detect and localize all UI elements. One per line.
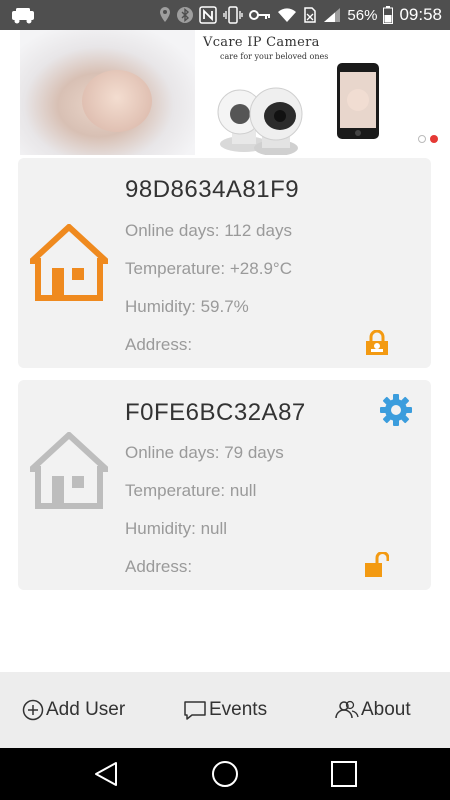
signal-icon <box>323 7 341 23</box>
about-button[interactable]: About <box>335 672 411 748</box>
temperature: Temperature: +28.9°C <box>125 259 292 278</box>
battery-percent: 56% <box>347 6 378 24</box>
banner-subtitle: care for your beloved ones <box>220 52 329 61</box>
banner-pager[interactable] <box>418 135 438 143</box>
humidity: Humidity: null <box>125 519 228 538</box>
gear-icon[interactable] <box>379 393 413 427</box>
vibrate-icon <box>223 6 244 24</box>
status-bar: 56% 09:58 <box>0 0 450 30</box>
pager-dot-active[interactable] <box>430 135 438 143</box>
battery-icon <box>383 6 394 24</box>
online-days: Online days: 112 days <box>125 221 292 240</box>
device-id: F0FE6BC32A87 <box>125 399 306 426</box>
device-card[interactable]: F0FE6BC32A87 Online days: 79 days Temper… <box>18 380 431 590</box>
sim-icon <box>303 6 317 24</box>
clock: 09:58 <box>399 5 442 24</box>
plus-circle-icon <box>22 699 44 721</box>
home-icon[interactable] <box>211 760 239 788</box>
wifi-icon <box>277 7 297 23</box>
about-label: About <box>361 699 411 720</box>
users-icon <box>335 700 359 719</box>
banner-title: Vcare IP Camera <box>203 35 320 50</box>
house-icon <box>30 432 108 509</box>
lock-closed-icon[interactable] <box>365 330 389 356</box>
notification-icon <box>10 6 36 29</box>
key-icon <box>249 8 271 22</box>
nfc-icon <box>199 6 218 24</box>
recents-icon[interactable] <box>330 760 358 788</box>
temperature: Temperature: null <box>125 481 257 500</box>
system-nav-bar <box>0 748 450 800</box>
bluetooth-icon <box>177 6 194 24</box>
events-button[interactable]: Events <box>183 672 267 748</box>
events-label: Events <box>209 699 268 720</box>
online-days: Online days: 79 days <box>125 443 284 462</box>
location-icon <box>159 6 171 24</box>
promo-banner[interactable]: Vcare IP Camera care for your beloved on… <box>0 30 450 155</box>
pager-dot[interactable] <box>418 135 426 143</box>
device-card[interactable]: 98D8634A81F9 Online days: 112 days Tempe… <box>18 158 431 368</box>
bottom-nav: Add User Events About <box>0 672 450 748</box>
address: Address: <box>125 335 193 354</box>
chat-bubble-icon <box>184 701 206 720</box>
phone-image <box>337 63 379 139</box>
baby-photo <box>20 30 195 155</box>
add-user-button[interactable]: Add User <box>22 672 125 748</box>
add-user-label: Add User <box>46 699 126 720</box>
address: Address: <box>125 557 193 576</box>
camera-image <box>217 87 303 155</box>
humidity: Humidity: 59.7% <box>125 297 249 316</box>
lock-open-icon[interactable] <box>365 552 389 578</box>
house-icon <box>30 224 108 301</box>
device-id: 98D8634A81F9 <box>125 176 300 203</box>
back-icon[interactable] <box>92 760 120 788</box>
